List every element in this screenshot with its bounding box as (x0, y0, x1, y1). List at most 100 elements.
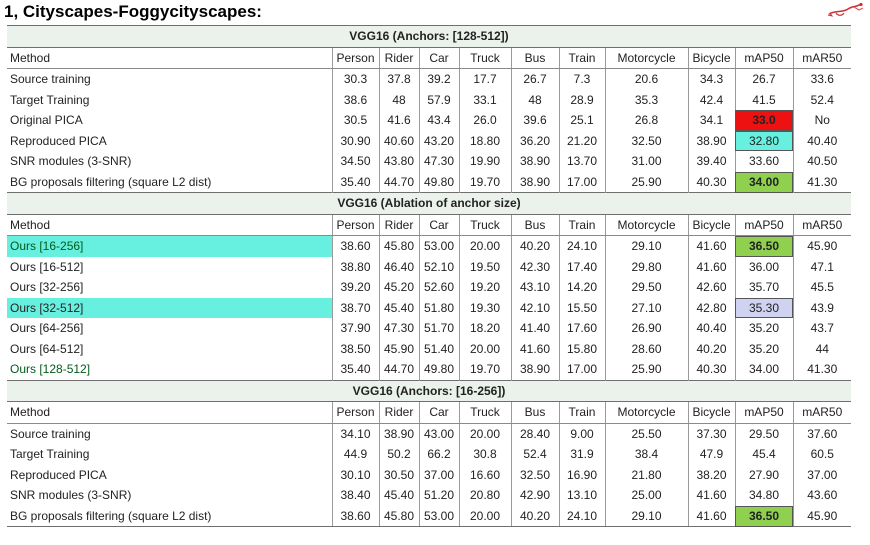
cell-rider: 45.40 (378, 485, 419, 506)
cell-person: 30.10 (331, 464, 379, 485)
column-header-truck: Truck (458, 214, 511, 236)
cell-method: BG proposals filtering (square L2 dist) (10, 174, 212, 189)
cell-train: 28.9 (558, 89, 605, 110)
cell-train: 25.1 (558, 110, 605, 131)
cell-mar50: 37.60 (792, 423, 851, 444)
table-row: Ours [128-512] 35.40 44.70 49.80 19.70 38.90 1… (7, 359, 851, 380)
cell-rider: 50.2 (378, 444, 419, 465)
cell-truck: 20.00 (458, 423, 511, 444)
cell-car: 43.4 (418, 110, 459, 131)
cell-method: SNR modules (3-SNR) (10, 488, 132, 503)
cell-train: 13.70 (558, 151, 605, 172)
column-header-motorcycle: Motorcycle (604, 214, 688, 236)
section-title: VGG16 (Anchors: [128-512]) (7, 25, 851, 48)
cell-bus: 32.50 (510, 464, 559, 485)
cell-bus: 42.90 (510, 485, 559, 506)
column-header-method: Method (7, 214, 332, 236)
cell-method: BG proposals filtering (square L2 dist) (7, 505, 332, 527)
column-header-mar50: mAR50 (792, 47, 851, 69)
column-header-car: Car (418, 401, 459, 424)
cell-car: 51.20 (418, 485, 459, 506)
cell-method: Reproduced PICA (10, 467, 107, 482)
section-title-row: VGG16 (Anchors: [16-256]) (7, 379, 851, 402)
cell-bus: 38.90 (510, 359, 559, 380)
cell-train: 24.10 (558, 505, 605, 527)
cell-map50: 35.70 (734, 277, 793, 298)
cell-motorcycle: 29.50 (604, 277, 688, 298)
column-header-person: Person (331, 47, 379, 69)
cell-bicycle: 34.3 (687, 68, 735, 90)
cell-bus: 38.90 (510, 171, 559, 193)
cell-bus: 48 (510, 89, 559, 110)
section-title-row: VGG16 (Anchors: [128-512]) (7, 25, 851, 48)
cell-bicycle: 40.40 (687, 318, 735, 339)
cell-bicycle: 42.4 (687, 89, 735, 110)
column-header-method: Method (7, 401, 332, 424)
cell-truck: 18.20 (458, 318, 511, 339)
cell-mar50: 43.9 (792, 297, 851, 318)
column-header-bus: Bus (510, 47, 559, 69)
cell-car: 37.00 (418, 464, 459, 485)
table-row: SNR modules (3-SNR) 34.50 43.80 47.30 19.90 3… (7, 151, 851, 172)
cell-truck: 30.8 (458, 444, 511, 465)
cell-mar50: 45.90 (792, 235, 851, 257)
cell-mar50: 52.4 (792, 89, 851, 110)
cell-rider: 48 (378, 89, 419, 110)
cell-bus: 42.30 (510, 256, 559, 277)
column-header-train: Train (558, 47, 605, 69)
cell-person: 39.20 (331, 277, 379, 298)
cell-mar50: No (792, 110, 851, 131)
cell-truck: 26.0 (458, 110, 511, 131)
cell-car: 49.80 (418, 171, 459, 193)
cell-person: 38.60 (331, 505, 379, 527)
cell-bicycle: 40.30 (687, 359, 735, 380)
cell-truck: 19.20 (458, 277, 511, 298)
cell-map50: 34.00 (734, 171, 793, 193)
cell-bus: 43.10 (510, 277, 559, 298)
cell-bicycle: 41.60 (687, 485, 735, 506)
cell-method: Target Training (10, 92, 90, 107)
cell-method: Original PICA (10, 113, 83, 128)
cell-train: 7.3 (558, 68, 605, 90)
cell-person: 38.70 (331, 297, 379, 318)
cell-motorcycle: 32.50 (604, 130, 688, 151)
cell-car: 39.2 (418, 68, 459, 90)
cell-bus: 36.20 (510, 130, 559, 151)
cell-motorcycle: 26.8 (604, 110, 688, 131)
cell-method: Ours [32-512] (7, 297, 332, 318)
red-bird-sketch-icon (827, 2, 864, 17)
cell-person: 30.90 (331, 130, 379, 151)
cell-map50: 34.80 (734, 485, 793, 506)
table-row: SNR modules (3-SNR) 38.40 45.40 51.20 20.80 4… (7, 485, 851, 506)
cell-bicycle: 37.30 (687, 423, 735, 444)
cell-map50: 33.0 (734, 110, 793, 131)
cell-mar50: 45.5 (792, 277, 851, 298)
cell-bus: 40.20 (510, 505, 559, 527)
header-row: Method Person Rider Car Truck Bus Train Motorcy… (7, 214, 851, 236)
cell-mar50: 45.90 (792, 505, 851, 527)
cell-method: Source training (10, 426, 91, 441)
cell-car: 52.10 (418, 256, 459, 277)
cell-bus: 38.90 (510, 151, 559, 172)
cell-map50: 35.20 (734, 318, 793, 339)
cell-mar50: 44 (792, 338, 851, 359)
cell-car: 49.80 (418, 359, 459, 380)
cell-truck: 20.00 (458, 505, 511, 527)
cell-map50: 41.5 (734, 89, 793, 110)
cell-rider: 45.80 (378, 235, 419, 257)
cell-car: 53.00 (418, 235, 459, 257)
cell-bicycle: 34.1 (687, 110, 735, 131)
cell-train: 24.10 (558, 235, 605, 257)
cell-motorcycle: 25.00 (604, 485, 688, 506)
cell-truck: 20.00 (458, 338, 511, 359)
cell-method: Ours [16-256] (7, 235, 332, 257)
cell-motorcycle: 28.60 (604, 338, 688, 359)
table-row: Ours [32-256] 39.20 45.20 52.60 19.20 43.10 14… (7, 277, 851, 298)
cell-train: 9.00 (558, 423, 605, 444)
cell-rider: 44.70 (378, 171, 419, 193)
cell-map50: 26.7 (734, 68, 793, 90)
cell-truck: 19.30 (458, 297, 511, 318)
cell-train: 17.40 (558, 256, 605, 277)
cell-method: Target Training (10, 447, 90, 462)
cell-bicycle: 38.90 (687, 130, 735, 151)
